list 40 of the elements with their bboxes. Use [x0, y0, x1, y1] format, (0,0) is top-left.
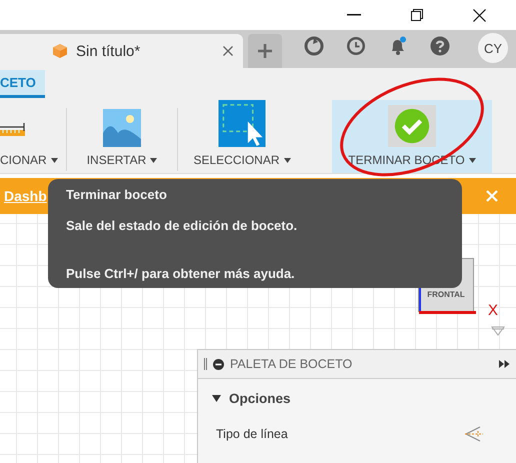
document-tab[interactable]: Sin título* [0, 34, 243, 68]
tool-label: CIONAR [0, 153, 47, 167]
tooltip-text: Pulse Ctrl+/ para obtener más ayuda. [66, 266, 295, 281]
restore-icon[interactable] [411, 9, 423, 21]
tool-label: INSERTAR [86, 153, 146, 167]
tooltip-text: Sale del estado de edición de boceto. [66, 218, 298, 233]
cube-face-label: FRONTAL [427, 290, 465, 299]
refresh-icon[interactable] [304, 36, 324, 56]
tab-title: Sin título* [76, 42, 140, 60]
expand-caret-icon [212, 395, 221, 402]
caret-icon [468, 158, 476, 162]
palette-title: PALETA DE BOCETO [230, 357, 352, 371]
selection-icon [218, 100, 266, 147]
new-tab-button[interactable] [248, 34, 282, 68]
minus-circle-icon[interactable] [213, 358, 224, 370]
tooltip-title: Terminar boceto [66, 187, 167, 202]
section-header[interactable]: Opciones [198, 379, 516, 406]
toolbar-button[interactable]: INSERTAR [67, 100, 177, 173]
checkmark-icon [394, 108, 430, 144]
axis-label: X [488, 302, 498, 319]
cube-icon [52, 43, 68, 59]
line-type-icon[interactable] [464, 424, 484, 444]
x-axis-line [419, 311, 476, 314]
grip-icon[interactable] [204, 358, 207, 370]
clock-icon[interactable] [346, 36, 366, 56]
plus-icon [257, 43, 273, 59]
toolbar-button[interactable]: CIONAR [0, 100, 66, 173]
image-icon [103, 109, 141, 147]
section-label: Opciones [229, 391, 291, 406]
option-label: Tipo de línea [216, 427, 288, 441]
expand-icon[interactable] [499, 360, 510, 368]
caret-icon [284, 158, 291, 162]
tool-label: SELECCIONAR [193, 153, 280, 167]
close-icon[interactable] [473, 8, 486, 22]
caret-icon [50, 158, 58, 162]
toolbar-button[interactable]: SELECCIONAR [178, 100, 306, 173]
help-icon[interactable] [430, 36, 450, 56]
minimize-icon[interactable] [347, 14, 361, 16]
caret-icon [150, 158, 158, 162]
user-avatar[interactable]: CY [478, 33, 508, 63]
